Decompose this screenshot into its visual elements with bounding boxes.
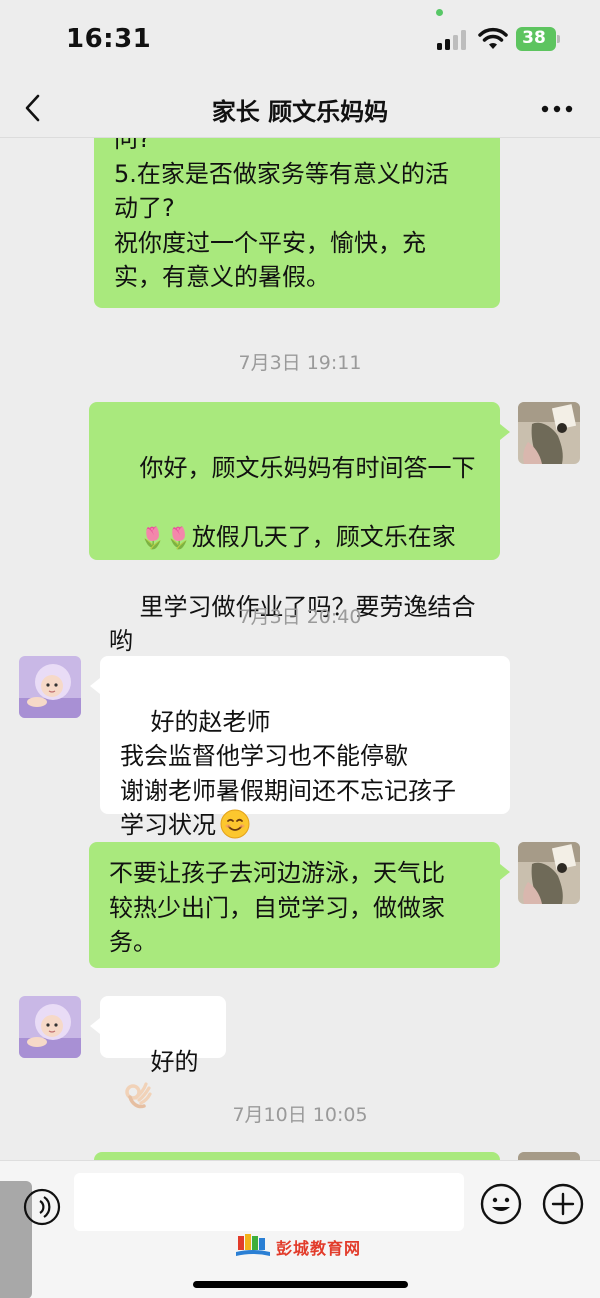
message-input-bar: 彭城教育网: [0, 1160, 600, 1298]
home-indicator[interactable]: [193, 1281, 408, 1288]
privacy-indicator-dot: [436, 9, 443, 16]
message-input[interactable]: [74, 1173, 464, 1231]
status-time: 16:31: [66, 24, 152, 54]
message-bubble-received[interactable]: 好的: [100, 996, 226, 1109]
watermark: 彭城教育网: [236, 1233, 361, 1261]
watermark-text: 彭城教育网: [276, 1239, 362, 1258]
message-text: 放假几天了，顾文乐在家: [191, 522, 456, 551]
message-bubble-received[interactable]: 好的赵老师 我会监督他学习也不能停歇 谢谢老师暑假期间还不忘记孩子 学习状况: [100, 656, 510, 839]
smiling-face-emoji: [220, 809, 250, 839]
my-avatar[interactable]: [518, 842, 580, 904]
message-bubble-sent[interactable]: 问? 5.在家是否做家务等有意义的活 动了? 祝你度过一个平安，愉快，充 实，有…: [94, 138, 500, 308]
message-bubble-sent[interactable]: [94, 1152, 500, 1160]
tulip-emoji: 🌷🌷: [139, 525, 192, 550]
wifi-icon: [478, 27, 508, 49]
cellular-signal-icon: [437, 30, 466, 50]
contact-avatar[interactable]: [19, 656, 81, 718]
message-text: 好的赵老师 我会监督他学习也不能停歇 谢谢老师暑假期间还不忘记孩子 学习状况: [120, 707, 456, 840]
chat-title: 家长 顾文乐妈妈: [211, 98, 389, 126]
plus-circle-icon[interactable]: [542, 1183, 584, 1225]
my-avatar[interactable]: [518, 402, 580, 464]
emoji-smiley-icon[interactable]: [480, 1183, 522, 1225]
message-timestamp: 7月3日 19:11: [238, 352, 362, 374]
battery-level: 38: [522, 28, 546, 48]
message-text: 你好，顾文乐妈妈有时间答一下: [139, 453, 476, 482]
chat-message-list[interactable]: 问? 5.在家是否做家务等有意义的活 动了? 祝你度过一个平安，愉快，充 实，有…: [0, 138, 600, 1160]
battery-indicator: 38: [516, 27, 560, 51]
message-timestamp: 7月3日 20:40: [238, 606, 362, 628]
status-bar: 16:31 38: [0, 0, 600, 80]
contact-avatar[interactable]: [19, 996, 81, 1058]
voice-icon[interactable]: [22, 1187, 62, 1227]
message-text: 好的: [150, 1047, 199, 1076]
message-bubble-sent[interactable]: 不要让孩子去河边游泳，天气比 较热少出门，自觉学习，做做家 务。: [89, 842, 500, 968]
more-options-icon[interactable]: [540, 104, 574, 114]
my-avatar[interactable]: [518, 1152, 580, 1160]
message-timestamp: 7月10日 10:05: [232, 1104, 368, 1126]
message-bubble-sent[interactable]: 你好，顾文乐妈妈有时间答一下 🌷🌷放假几天了，顾文乐在家 里学习做作业了吗？要劳…: [89, 402, 500, 655]
chat-header: 家长 顾文乐妈妈: [0, 80, 600, 138]
book-logo-icon: [236, 1234, 270, 1256]
